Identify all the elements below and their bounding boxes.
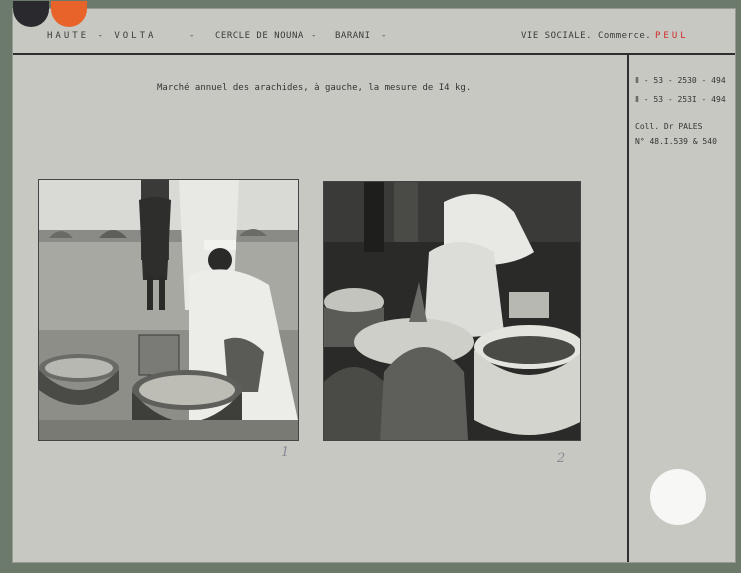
header-category: VIE SOCIALE. Commerce.	[521, 31, 652, 41]
reference-2: Ⅱ - 53 - 253I - 494	[635, 95, 726, 104]
column-divider	[627, 55, 629, 562]
inventory-number: N° 48.I.539 & 540	[635, 137, 717, 146]
white-dot-sticker	[650, 469, 706, 525]
dark-tab-marker	[13, 1, 49, 27]
header-people: PEUL	[655, 31, 689, 41]
photo-caption: Marché annuel des arachides, à gauche, l…	[157, 83, 472, 93]
header-place: BARANI	[335, 31, 371, 41]
orange-tab-marker	[51, 1, 87, 27]
market-scene-photo-1	[39, 180, 298, 440]
photo-2	[323, 181, 581, 441]
header-separator: -	[189, 31, 195, 41]
reference-1: Ⅱ - 53 - 2530 - 494	[635, 76, 726, 85]
header-separator: -	[311, 31, 317, 41]
header-region: HAUTE - VOLTA	[47, 31, 157, 41]
market-scene-photo-2	[324, 182, 580, 440]
header-row: HAUTE - VOLTA - CERCLE DE NOUNA - BARANI…	[13, 1, 735, 55]
photo-number-2: 2	[557, 451, 566, 466]
header-cercle: CERCLE DE NOUNA	[215, 31, 304, 41]
photo-number-1: 1	[281, 445, 290, 460]
header-separator: -	[381, 31, 387, 41]
photo-1	[38, 179, 299, 441]
archive-card: HAUTE - VOLTA - CERCLE DE NOUNA - BARANI…	[12, 1, 736, 563]
collection-label: Coll. Dr PALES	[635, 122, 703, 131]
